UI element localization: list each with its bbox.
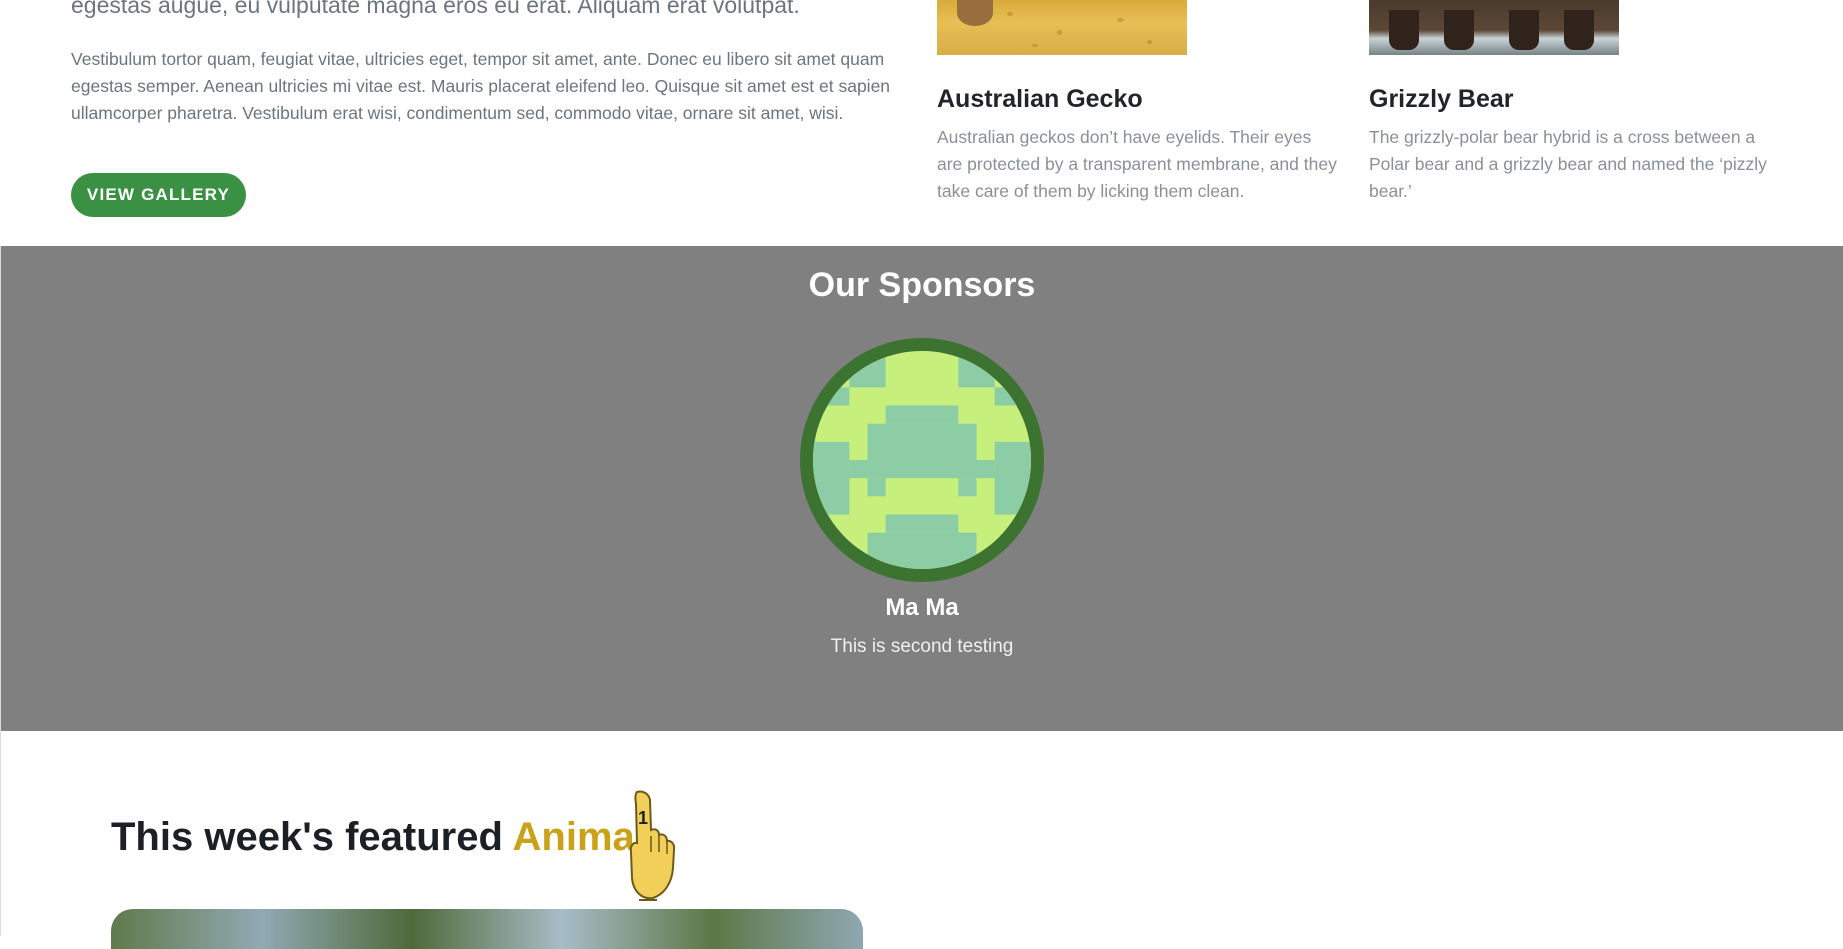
- gecko-card-title[interactable]: Australian Gecko: [937, 85, 1143, 114]
- sponsors-title: Our Sponsors: [808, 266, 1036, 304]
- sponsor-logo-pattern: [813, 351, 1031, 569]
- sponsors-section: Our Sponsors Ma Ma This is second testin…: [1, 246, 1843, 731]
- view-gallery-button[interactable]: VIEW GALLERY: [71, 173, 246, 217]
- grizzly-bear-image[interactable]: [1369, 0, 1619, 55]
- foam-finger-icon: 1: [629, 790, 676, 901]
- intro-lead-text: egestas augue, eu vulputate magna eros e…: [71, 0, 800, 18]
- featured-animal-image[interactable]: [111, 909, 863, 949]
- gecko-image[interactable]: [937, 0, 1187, 55]
- sponsor-name: Ma Ma: [885, 594, 959, 621]
- grizzly-card-title[interactable]: Grizzly Bear: [1369, 85, 1514, 114]
- sponsor-description: This is second testing: [830, 636, 1014, 657]
- sponsor-logo[interactable]: [800, 338, 1044, 582]
- featured-title-prefix: This week's featured: [111, 815, 513, 859]
- grizzly-card-text: The grizzly-polar bear hybrid is a cross…: [1369, 127, 1767, 201]
- svg-text:1: 1: [638, 808, 648, 828]
- featured-animal-heading: This week's featured Animal: [111, 815, 646, 860]
- gallery-intro-section: egestas augue, eu vulputate magna eros e…: [0, 0, 1843, 246]
- gecko-card-text: Australian geckos don’t have eyelids. Th…: [937, 127, 1337, 201]
- intro-body-text: Vestibulum tortor quam, feugiat vitae, u…: [71, 49, 891, 123]
